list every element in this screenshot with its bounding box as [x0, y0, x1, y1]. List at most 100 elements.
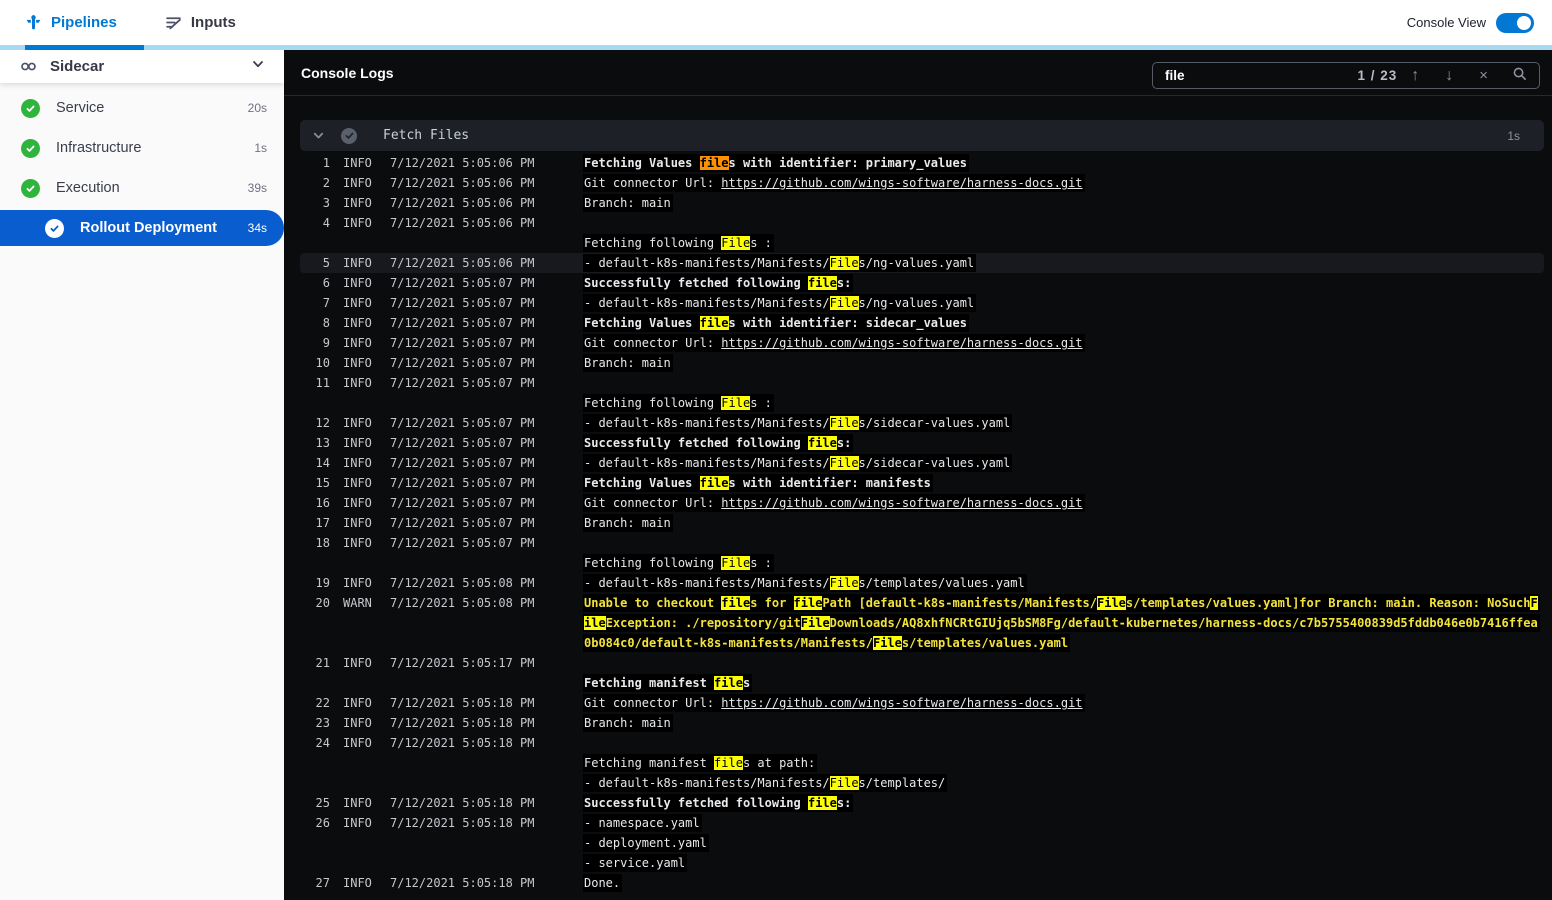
search-match-highlight: file — [699, 316, 729, 330]
link-icon — [20, 58, 37, 75]
section-collapse-chevron-icon[interactable] — [311, 128, 326, 143]
log-row: Fetching following Files : — [300, 233, 1544, 253]
console-title: Console Logs — [301, 65, 394, 81]
log-level: INFO — [343, 376, 372, 390]
log-text: s at path: — [742, 756, 816, 770]
next-match-icon[interactable]: ↓ — [1445, 67, 1453, 84]
log-message: Successfully fetched following files: — [583, 274, 854, 292]
log-link[interactable]: https://github.com/wings-software/harnes… — [721, 176, 1082, 190]
log-line-number: 7 — [322, 296, 330, 310]
log-link[interactable]: https://github.com/wings-software/harnes… — [721, 696, 1082, 710]
log-message: Git connector Url: https://github.com/wi… — [583, 694, 1085, 712]
log-text: Path [default-k8s-manifests/Manifests/ — [822, 596, 1097, 610]
log-text: Git connector Url: — [584, 176, 722, 190]
log-text: Successfully fetched following — [584, 436, 808, 450]
log-line-number: 1 — [322, 156, 330, 170]
log-row: 16 INFO 7/12/2021 5:05:07 PM Git connector … — [300, 493, 1544, 513]
log-timestamp: 7/12/2021 5:05:18 PM — [390, 716, 535, 730]
log-timestamp: 7/12/2021 5:05:06 PM — [390, 216, 535, 230]
clear-search-icon[interactable]: × — [1479, 68, 1488, 83]
log-text: Fetching Values — [584, 316, 700, 330]
sidebar-item-infrastructure[interactable]: Infrastructure 1s — [0, 128, 284, 168]
stage-header[interactable]: Sidecar — [0, 50, 284, 83]
log-text: Branch: main — [584, 356, 671, 370]
log-message: Fetching manifest files — [583, 674, 753, 692]
search-icon[interactable] — [1512, 66, 1527, 85]
previous-match-icon[interactable]: ↑ — [1411, 67, 1419, 84]
log-text: Branch: main — [584, 196, 671, 210]
tab-pipelines-label: Pipelines — [51, 14, 117, 31]
log-row: 27 INFO 7/12/2021 5:05:18 PM Done. — [300, 873, 1544, 893]
log-message: Successfully fetched following files: — [583, 794, 854, 812]
log-timestamp: 7/12/2021 5:05:07 PM — [390, 276, 535, 290]
log-level: INFO — [343, 476, 372, 490]
log-line-number: 22 — [315, 696, 330, 710]
console-view-toggle[interactable] — [1496, 12, 1534, 33]
log-row: 8 INFO 7/12/2021 5:05:07 PM Fetching Values… — [300, 313, 1544, 333]
log-timestamp: 7/12/2021 5:05:07 PM — [390, 376, 535, 390]
log-row: - deployment.yaml — [300, 833, 1544, 853]
log-line-number: 5 — [322, 256, 330, 270]
log-line-number: 9 — [322, 336, 330, 350]
log-text: Successfully fetched following — [584, 276, 808, 290]
log-message: Fetching following Files : — [583, 554, 774, 572]
log-timestamp: 7/12/2021 5:05:08 PM — [390, 596, 535, 610]
log-line-number: 4 — [322, 216, 330, 230]
log-level: INFO — [343, 256, 372, 270]
log-message: Git connector Url: https://github.com/wi… — [583, 494, 1085, 512]
log-text: - default-k8s-manifests/Manifests/ — [584, 416, 830, 430]
search-match-highlight: File — [829, 416, 859, 430]
log-text: Fetching Values — [584, 476, 700, 490]
log-row: 22 INFO 7/12/2021 5:05:18 PM Git connector … — [300, 693, 1544, 713]
step-list: Service 20s Infrastructure 1s Execution 39s Ro… — [0, 83, 284, 246]
chevron-down-icon[interactable] — [250, 56, 266, 77]
tab-inputs[interactable]: Inputs — [165, 14, 236, 31]
log-text: Fetching following — [584, 396, 722, 410]
log-timestamp: 7/12/2021 5:05:07 PM — [390, 416, 535, 430]
log-text: - default-k8s-manifests/Manifests/ — [584, 296, 830, 310]
log-text: Fetching Values — [584, 156, 700, 170]
log-message: - default-k8s-manifests/Manifests/Files/… — [583, 774, 948, 792]
tab-pipelines[interactable]: Pipelines — [25, 14, 117, 31]
log-line-number: 18 — [315, 536, 330, 550]
log-line-number: 27 — [315, 876, 330, 890]
search-match-highlight: file — [714, 756, 743, 770]
log-line-number: 11 — [315, 376, 330, 390]
search-input[interactable] — [1165, 68, 1358, 83]
tab-inputs-label: Inputs — [190, 14, 236, 31]
log-line-number: 25 — [315, 796, 330, 810]
section-duration: 1s — [1507, 128, 1520, 143]
log-text: s: — [836, 276, 852, 290]
log-level: INFO — [343, 276, 372, 290]
search-match-highlight: file — [793, 596, 823, 610]
log-text: Fetching following — [584, 556, 722, 570]
search-match-highlight: file — [807, 796, 837, 810]
log-text: - default-k8s-manifests/Manifests/ — [584, 256, 830, 270]
log-row: 0b084c0/default-k8s-manifests/Manifests/… — [300, 633, 1544, 653]
log-link[interactable]: https://github.com/wings-software/harnes… — [721, 496, 1082, 510]
console-header: Console Logs 1 / 23 ↑ ↓ × — [284, 50, 1552, 96]
log-level: INFO — [343, 656, 372, 670]
search-match-current: file — [699, 156, 729, 170]
sidebar-item-rollout-deployment[interactable]: Rollout Deployment 34s — [0, 210, 284, 246]
step-label: Rollout Deployment — [80, 220, 217, 236]
log-link[interactable]: https://github.com/wings-software/harnes… — [721, 336, 1082, 350]
log-line-number: 14 — [315, 456, 330, 470]
log-row: 2 INFO 7/12/2021 5:05:06 PM Git connector U… — [300, 173, 1544, 193]
log-row: 25 INFO 7/12/2021 5:05:18 PM Successfully f… — [300, 793, 1544, 813]
log-section-fetch-files[interactable]: Fetch Files 1s — [300, 120, 1544, 151]
log-message: Git connector Url: https://github.com/wi… — [583, 174, 1085, 192]
log-timestamp: 7/12/2021 5:05:17 PM — [390, 656, 535, 670]
log-text: s — [742, 676, 751, 690]
log-line-number: 26 — [315, 816, 330, 830]
sidebar-item-service[interactable]: Service 20s — [0, 88, 284, 128]
log-row: 7 INFO 7/12/2021 5:05:07 PM - default-k8s-m… — [300, 293, 1544, 313]
log-text: Git connector Url: — [584, 496, 722, 510]
log-line-number: 23 — [315, 716, 330, 730]
log-text: Unable to checkout — [584, 596, 722, 610]
log-row: 10 INFO 7/12/2021 5:05:07 PM Branch: main — [300, 353, 1544, 373]
log-message: Branch: main — [583, 354, 673, 372]
sidebar-item-execution[interactable]: Execution 39s — [0, 168, 284, 208]
pipeline-icon — [25, 14, 42, 31]
log-text: s with identifier: primary_values — [728, 156, 967, 170]
